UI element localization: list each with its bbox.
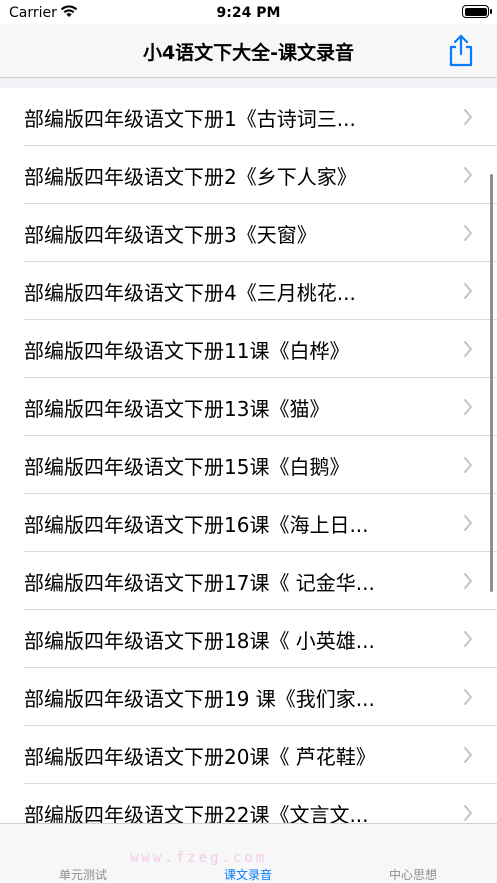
chevron-right-icon <box>464 109 472 125</box>
list-item-label: 部编版四年级语文下册15课《白鹅》 <box>24 455 350 479</box>
chevron-right-icon <box>464 225 472 241</box>
list-item-label: 部编版四年级语文下册20课《 芦花鞋》 <box>24 745 376 769</box>
list-item-label: 部编版四年级语文下册19 课《我们家... <box>24 687 375 711</box>
list-item[interactable]: 部编版四年级语文下册13课《猫》 <box>0 378 497 436</box>
battery-icon <box>462 5 492 18</box>
list-item[interactable]: 部编版四年级语文下册3《天窗》 <box>0 204 497 262</box>
chevron-right-icon <box>464 747 472 763</box>
chevron-right-icon <box>464 573 472 589</box>
list-item-label: 部编版四年级语文下册1《古诗词三... <box>24 107 356 131</box>
list-item[interactable]: 部编版四年级语文下册15课《白鹅》 <box>0 436 497 494</box>
chevron-right-icon <box>464 341 472 357</box>
tab-bar: www.fzeg.com 单元测试 课文录音 中心思想 <box>0 823 497 883</box>
list-item[interactable]: 部编版四年级语文下册19 课《我们家... <box>0 668 497 726</box>
tab-text-audio[interactable]: 课文录音 <box>188 866 308 883</box>
list-item-label: 部编版四年级语文下册18课《 小英雄... <box>24 629 375 653</box>
chevron-right-icon <box>464 399 472 415</box>
list-item[interactable]: 部编版四年级语文下册11课《白桦》 <box>0 320 497 378</box>
list-item[interactable]: 部编版四年级语文下册4《三月桃花... <box>0 262 497 320</box>
chevron-right-icon <box>464 515 472 531</box>
chevron-right-icon <box>464 689 472 705</box>
chevron-right-icon <box>464 805 472 821</box>
share-icon[interactable] <box>447 34 475 68</box>
list-item-label: 部编版四年级语文下册16课《海上日... <box>24 513 369 537</box>
list-item-label: 部编版四年级语文下册22课《文言文... <box>24 803 369 823</box>
navigation-bar: 小4语文下大全-课文录音 <box>0 24 497 78</box>
scroll-indicator[interactable] <box>490 174 493 592</box>
lesson-list-body: 部编版四年级语文下册1《古诗词三... 部编版四年级语文下册2《乡下人家》 部编版四… <box>0 88 497 823</box>
chevron-right-icon <box>464 167 472 183</box>
lesson-list[interactable]: 部编版四年级语文下册1《古诗词三... 部编版四年级语文下册2《乡下人家》 部编版四… <box>0 78 497 823</box>
tab-central-idea[interactable]: 中心思想 <box>353 866 473 883</box>
list-item[interactable]: 部编版四年级语文下册16课《海上日... <box>0 494 497 552</box>
chevron-right-icon <box>464 631 472 647</box>
list-item[interactable]: 部编版四年级语文下册20课《 芦花鞋》 <box>0 726 497 784</box>
chevron-right-icon <box>464 283 472 299</box>
list-item-label: 部编版四年级语文下册3《天窗》 <box>24 223 317 247</box>
list-item-label: 部编版四年级语文下册13课《猫》 <box>24 397 330 421</box>
list-item-label: 部编版四年级语文下册17课《 记金华... <box>24 571 375 595</box>
status-time: 9:24 PM <box>216 5 281 21</box>
list-item[interactable]: 部编版四年级语文下册1《古诗词三... <box>0 88 497 146</box>
list-item[interactable]: 部编版四年级语文下册17课《 记金华... <box>0 552 497 610</box>
watermark: www.fzeg.com <box>130 850 268 866</box>
list-item[interactable]: 部编版四年级语文下册22课《文言文... <box>0 784 497 823</box>
list-item-label: 部编版四年级语文下册2《乡下人家》 <box>24 165 357 189</box>
list-item[interactable]: 部编版四年级语文下册18课《 小英雄... <box>0 610 497 668</box>
list-item[interactable]: 部编版四年级语文下册2《乡下人家》 <box>0 146 497 204</box>
page-title: 小4语文下大全-课文录音 <box>142 42 355 64</box>
list-item-label: 部编版四年级语文下册4《三月桃花... <box>24 281 356 305</box>
list-item-label: 部编版四年级语文下册11课《白桦》 <box>24 339 350 363</box>
status-bar: Carrier 9:24 PM <box>0 0 497 24</box>
chevron-right-icon <box>464 457 472 473</box>
tab-unit-test[interactable]: 单元测试 <box>23 866 143 883</box>
